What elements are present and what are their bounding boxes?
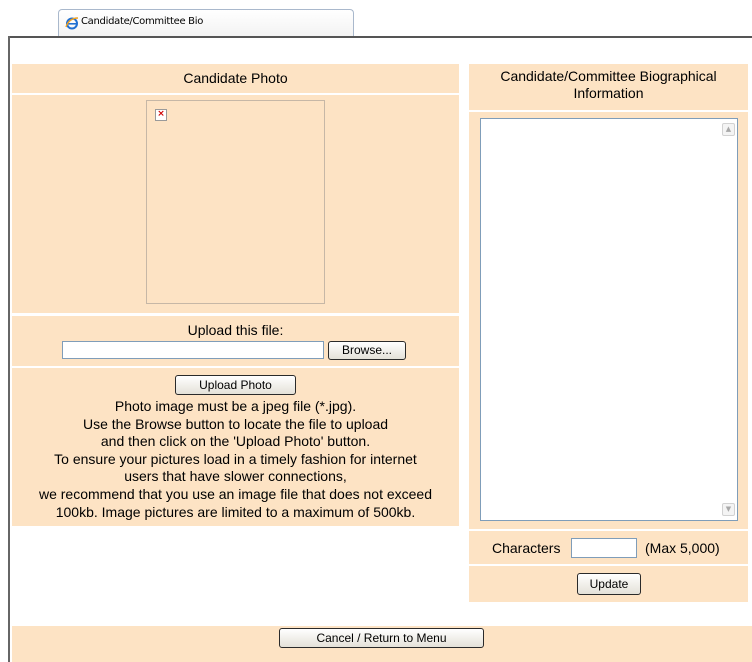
- candidate-photo-header: Candidate Photo: [12, 64, 459, 93]
- frame-top-border: [8, 36, 752, 38]
- upload-instructions: Photo image must be a jpeg file (*.jpg).…: [12, 398, 459, 521]
- update-button[interactable]: Update: [577, 573, 641, 595]
- cancel-return-button[interactable]: Cancel / Return to Menu: [279, 628, 484, 648]
- instruction-line: and then click on the 'Upload Photo' but…: [100, 433, 371, 450]
- characters-label: Characters: [492, 540, 561, 556]
- tab-strip: Candidate/Committee Bio: [0, 0, 752, 37]
- candidate-photo-title: Candidate Photo: [183, 70, 288, 86]
- bio-title: Candidate/Committee Biographical Informa…: [500, 68, 717, 101]
- frame-left-border: [8, 36, 10, 662]
- scroll-up-arrow-icon[interactable]: ▲: [722, 123, 735, 136]
- broken-image-icon: ×: [155, 109, 167, 121]
- max-characters-label: (Max 5,000): [645, 540, 720, 556]
- upload-photo-button[interactable]: Upload Photo: [175, 375, 296, 395]
- bio-textarea[interactable]: ▲ ▼: [480, 118, 738, 521]
- instruction-line: Photo image must be a jpeg file (*.jpg).: [114, 398, 357, 414]
- upload-file-label: Upload this file:: [187, 322, 284, 338]
- tab-label: Candidate/Committee Bio: [81, 16, 204, 27]
- file-path-input[interactable]: [62, 341, 324, 359]
- ie-icon: [65, 16, 79, 30]
- scroll-down-arrow-icon[interactable]: ▼: [722, 503, 735, 516]
- instruction-line: users that have slower connections,: [124, 468, 347, 485]
- instruction-line: we recommend that you use an image file …: [38, 485, 432, 502]
- bio-header: Candidate/Committee Biographical Informa…: [469, 64, 748, 110]
- instruction-line: 100kb. Image pictures are limited to a m…: [55, 503, 416, 520]
- characters-count-field: [571, 538, 637, 558]
- instruction-line: Use the Browse button to locate the file…: [82, 415, 389, 432]
- browse-button[interactable]: Browse...: [328, 341, 406, 360]
- tab-candidate-committee-bio[interactable]: Candidate/Committee Bio: [58, 9, 354, 36]
- instruction-line: To ensure your pictures load in a timely…: [54, 450, 417, 467]
- candidate-photo-image: ×: [146, 100, 325, 304]
